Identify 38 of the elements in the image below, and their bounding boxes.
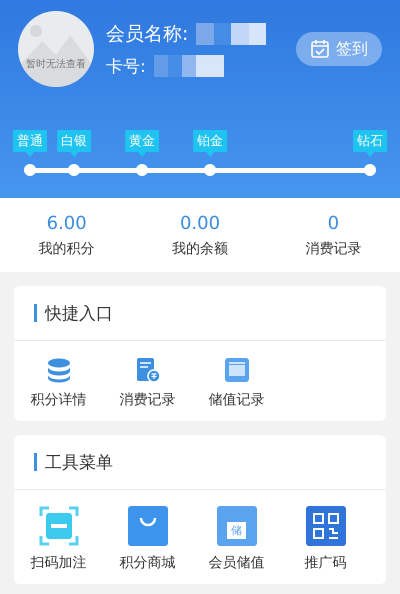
stat-value: 6.00 [46, 212, 87, 234]
shortcut-item[interactable]: 储 会员储值 [192, 506, 281, 572]
redacted-value [154, 55, 224, 77]
tier-dot [68, 164, 80, 176]
section-title: 快捷入口 [45, 302, 113, 324]
tier-dot [136, 164, 148, 176]
tier-label: 黄金 [125, 130, 160, 157]
shortcut-item[interactable]: 扫码加注 [14, 506, 103, 572]
qr-code-icon [306, 506, 346, 546]
tier-label: 钻石 [353, 130, 387, 157]
card-icon [224, 357, 250, 383]
tier-label: 普通 [13, 130, 47, 157]
shortcut-item[interactable]: 推广码 [281, 506, 370, 572]
tier-dot [24, 164, 36, 176]
shortcut-item[interactable]: 储值记录 [192, 357, 281, 409]
shortcut-item[interactable]: 积分详情 [14, 357, 103, 409]
tier-dot [204, 164, 216, 176]
calendar-icon [310, 39, 330, 59]
section-title: 工具菜单 [45, 452, 113, 474]
stat-value: 0.00 [180, 212, 220, 234]
shortcut-item[interactable]: 消费记录 [103, 357, 192, 409]
tier-label: 铂金 [193, 130, 228, 157]
store-card-icon: 储 [216, 506, 256, 546]
shortcut-item[interactable]: 积分商城 [103, 506, 192, 572]
stat-value: 0 [328, 212, 340, 234]
avatar-caption: 暂时无法查看 [25, 58, 87, 71]
bill-icon [134, 357, 160, 383]
shopping-bag-icon [128, 506, 168, 546]
card-number-label: 卡号: [106, 56, 146, 78]
stat-label: 我的余额 [172, 240, 228, 258]
member-name-label: 会员名称: [106, 22, 188, 46]
redacted-value [196, 22, 266, 44]
stat-label: 我的积分 [38, 240, 95, 258]
scan-icon [38, 506, 78, 546]
database-icon [46, 357, 72, 383]
tier-dot [364, 164, 376, 176]
tier-label: 白银 [57, 130, 92, 157]
stat-label: 消费记录 [305, 240, 362, 258]
